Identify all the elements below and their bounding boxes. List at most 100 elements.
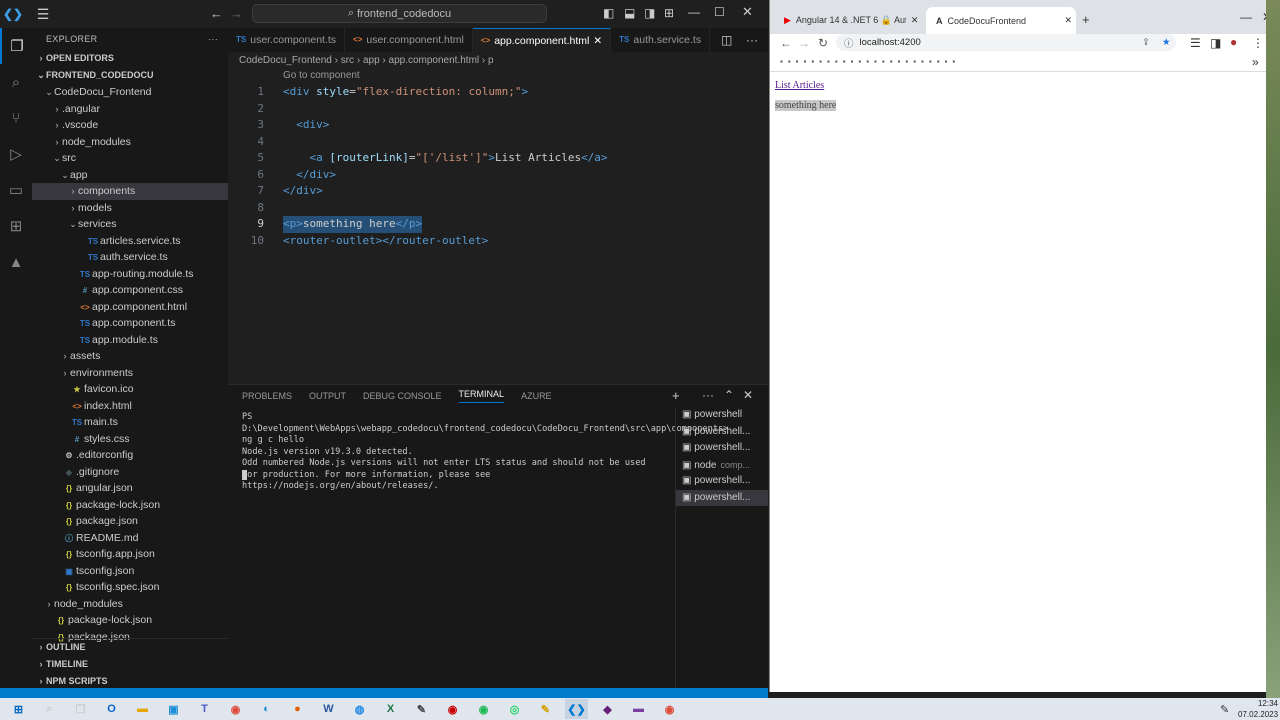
panel-more-icon[interactable]: ···	[702, 388, 714, 402]
side-panel-icon[interactable]: ◨	[1210, 36, 1221, 50]
tree-item[interactable]: {} package.json	[32, 513, 228, 530]
app-icon[interactable]: ◍	[348, 699, 371, 719]
editor-tab[interactable]: TS user.component.ts	[228, 28, 346, 52]
app-icon-2[interactable]: ▬	[627, 699, 650, 719]
tree-item[interactable]: ⌄src	[32, 150, 228, 167]
outline-section[interactable]: › OUTLINE	[32, 639, 228, 656]
back-icon[interactable]: ←	[780, 36, 792, 50]
tree-item[interactable]: {} angular.json	[32, 480, 228, 497]
tree-item[interactable]: {} tsconfig.app.json	[32, 546, 228, 563]
tree-item[interactable]: TS articles.service.ts	[32, 233, 228, 250]
spotify-icon[interactable]: ◉	[472, 699, 495, 719]
codelens-go-to-component[interactable]: Go to component	[283, 70, 360, 81]
azure-icon[interactable]: ▲	[0, 244, 32, 280]
notes-icon[interactable]: ✎	[534, 699, 557, 719]
pen-icon[interactable]: ✎	[1220, 703, 1229, 716]
file-explorer-icon[interactable]: ▬	[131, 699, 154, 719]
address-bar[interactable]: ⓘ localhost:4200 ⇪ ★	[836, 34, 1176, 51]
tree-item[interactable]: › components	[32, 183, 228, 200]
remote-desktop-icon[interactable]: ▣	[162, 699, 185, 719]
new-terminal-icon[interactable]: +	[672, 388, 680, 403]
explorer-icon[interactable]: ❐	[0, 28, 32, 64]
chrome-icon[interactable]: ◉	[224, 699, 247, 719]
tree-item[interactable]: › .angular	[32, 101, 228, 118]
minimize-icon[interactable]: —	[688, 5, 700, 19]
taskbar-search-icon[interactable]: ⌕	[38, 699, 61, 719]
back-arrow-icon[interactable]: ←	[210, 6, 223, 21]
outlook-icon[interactable]: O	[100, 699, 123, 719]
firefox-icon[interactable]: ●	[286, 699, 309, 719]
close-tab-icon[interactable]: ✕	[911, 15, 919, 26]
maximize-icon[interactable]: ☐	[714, 5, 725, 19]
tree-item[interactable]: ◆ .gitignore	[32, 464, 228, 481]
task-view-icon[interactable]: ❐	[69, 699, 92, 719]
share-icon[interactable]: ⇪	[1142, 37, 1150, 48]
terminal-instance[interactable]: ▣ powershell...	[676, 489, 768, 506]
open-editors-section[interactable]: › OPEN EDITORS	[32, 50, 228, 67]
run-debug-icon[interactable]: ▷	[0, 136, 32, 172]
minimize-icon[interactable]: —	[1240, 10, 1252, 24]
tree-item[interactable]: # styles.css	[32, 431, 228, 448]
tree-item[interactable]: ▣ tsconfig.json	[32, 563, 228, 580]
terminal-instance[interactable]: ▣ node comp...	[676, 457, 768, 474]
tree-item[interactable]: › node_modules	[32, 596, 228, 613]
bookmark-icons[interactable]: ▪▪▪▪▪▪▪▪▪▪▪▪▪▪▪▪▪▪▪▪▪▪▪	[780, 57, 960, 66]
terminal-instance[interactable]: ▣ powershell...	[676, 473, 768, 490]
editor-more-icon[interactable]: ···	[746, 33, 758, 47]
terminal-instance[interactable]: ▣ powershell...	[676, 440, 768, 457]
search-view-icon[interactable]: ⌕	[0, 64, 32, 100]
terminal-output[interactable]: PS D:\Development\WebApps\webapp_codedoc…	[242, 412, 728, 493]
close-tab-icon[interactable]: ✕	[1065, 15, 1073, 26]
forward-arrow-icon[interactable]: →	[230, 6, 243, 21]
reading-list-icon[interactable]: ☰	[1190, 36, 1201, 50]
bookmark-star-icon[interactable]: ★	[1162, 37, 1171, 48]
toggle-secondary-sidebar-icon[interactable]: ◨	[644, 6, 655, 20]
forward-icon[interactable]: →	[798, 36, 810, 50]
timeline-section[interactable]: › TIMELINE	[32, 656, 228, 673]
editor-tab[interactable]: TS auth.service.ts	[611, 28, 711, 52]
tree-item[interactable]: <> index.html	[32, 398, 228, 415]
tree-item[interactable]: TS app.component.ts	[32, 315, 228, 332]
project-root-section[interactable]: ⌄FRONTEND_CODEDOCU	[32, 67, 228, 84]
edge-icon[interactable]: ◐	[255, 699, 278, 719]
extensions-icon[interactable]: ⊞	[0, 208, 32, 244]
split-editor-icon[interactable]: ◫	[721, 33, 732, 47]
tree-item[interactable]: ⌄app	[32, 167, 228, 184]
tree-item[interactable]: ★ favicon.ico	[32, 381, 228, 398]
vscode-taskbar-icon[interactable]: ❮❯	[565, 699, 588, 719]
tree-item[interactable]: <> app.component.html	[32, 299, 228, 316]
word-icon[interactable]: W	[317, 699, 340, 719]
editor-tab[interactable]: <> user.component.html	[345, 28, 473, 52]
panel-tab-azure[interactable]: AZURE	[521, 391, 552, 401]
close-window-icon[interactable]: ✕	[742, 4, 753, 20]
reload-icon[interactable]: ↻	[818, 36, 828, 50]
new-tab-icon[interactable]: +	[1082, 12, 1090, 27]
panel-tab-output[interactable]: OUTPUT	[309, 391, 346, 401]
excel-icon[interactable]: X	[379, 699, 402, 719]
tree-item[interactable]: TS app-routing.module.ts	[32, 266, 228, 283]
list-articles-link[interactable]: List Articles	[775, 80, 824, 91]
tree-item[interactable]: › node_modules	[32, 134, 228, 151]
code-editor[interactable]: 1 <div style="flex-direction: column;"> 2…	[228, 84, 768, 249]
tree-item[interactable]: ⌄CodeDocu_Frontend	[32, 84, 228, 101]
start-windows-icon[interactable]: ⊞	[7, 699, 30, 719]
close-panel-icon[interactable]: ✕	[743, 388, 753, 402]
tree-item[interactable]: › environments	[32, 365, 228, 382]
panel-tab-problems[interactable]: PROBLEMS	[242, 391, 292, 401]
terminal-instance[interactable]: ▣ powershell...	[676, 424, 768, 441]
chrome-icon-2[interactable]: ◉	[658, 699, 681, 719]
maximize-panel-icon[interactable]: ⌃	[724, 388, 734, 402]
customize-layout-icon[interactable]: ⊞	[664, 6, 674, 20]
visual-studio-icon[interactable]: ◆	[596, 699, 619, 719]
tree-item[interactable]: ⓘ README.md	[32, 530, 228, 547]
close-tab-icon[interactable]: ✕	[593, 29, 602, 53]
menu-icon[interactable]: ☰	[30, 6, 56, 23]
record-icon[interactable]: ◉	[441, 699, 464, 719]
tree-item[interactable]: TS auth.service.ts	[32, 249, 228, 266]
toggle-sidebar-icon[interactable]: ◧	[603, 6, 614, 20]
chrome-tab-codedocu[interactable]: A CodeDocuFrontend ✕	[926, 7, 1076, 34]
tree-item[interactable]: TS main.ts	[32, 414, 228, 431]
tree-item[interactable]: # app.component.css	[32, 282, 228, 299]
tree-item[interactable]: {} tsconfig.spec.json	[32, 579, 228, 596]
breadcrumb[interactable]: CodeDocu_Frontend › src › app › app.comp…	[228, 52, 768, 69]
